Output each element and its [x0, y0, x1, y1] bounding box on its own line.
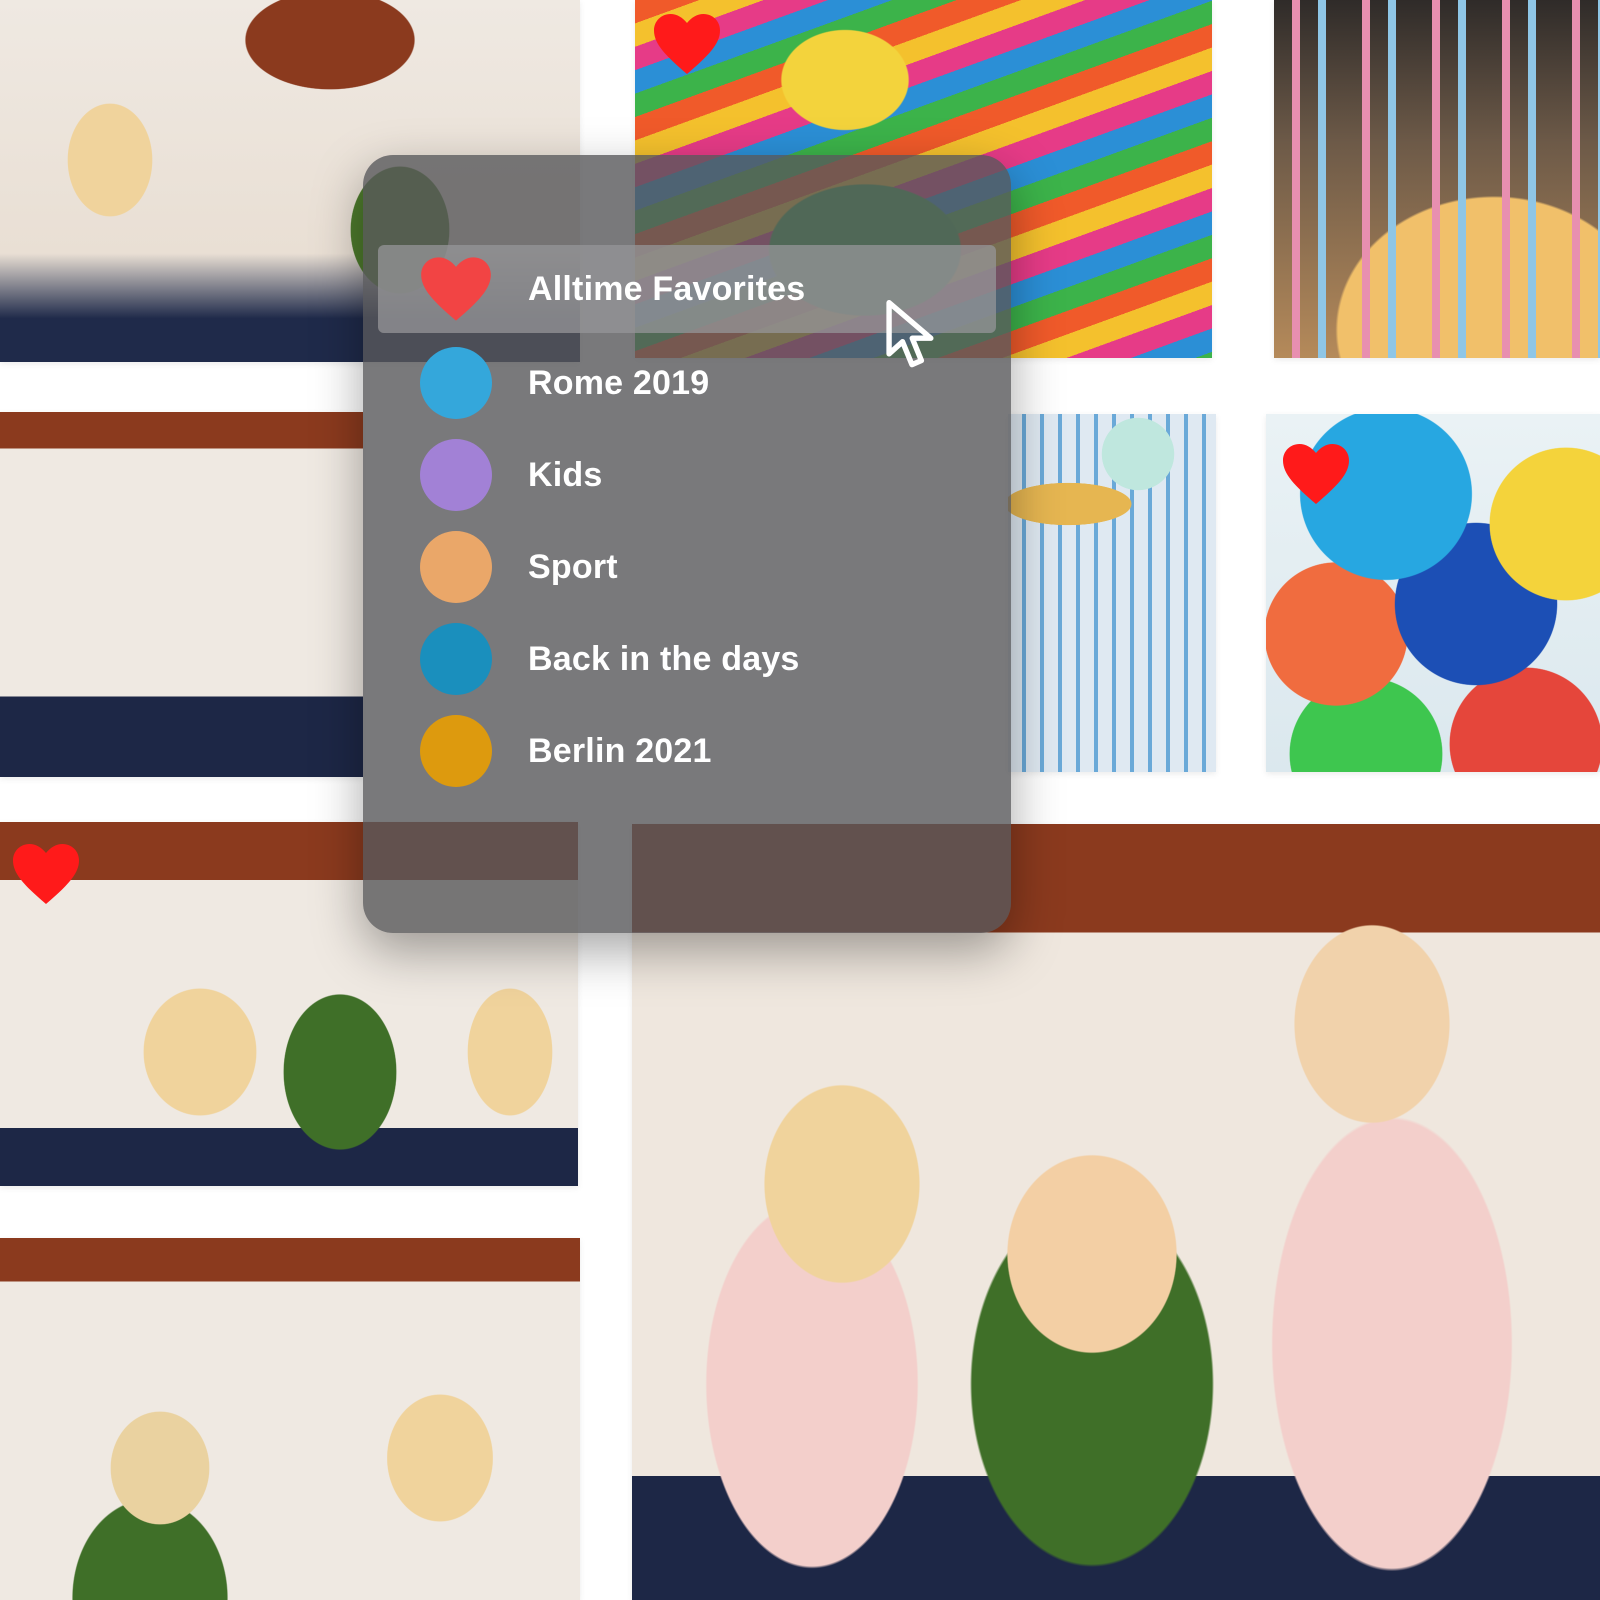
photo-party-4[interactable]	[0, 1238, 580, 1600]
photo-balloons[interactable]	[1266, 414, 1600, 772]
album-color-dot-icon	[420, 439, 492, 511]
album-color-dot-icon	[420, 715, 492, 787]
album-color-dot-icon	[420, 623, 492, 695]
album-dropdown-menu: Alltime Favorites Rome 2019 Kids Sport B…	[363, 155, 1011, 933]
favorite-heart-icon	[654, 14, 720, 74]
album-item-berlin-2021[interactable]: Berlin 2021	[378, 705, 996, 797]
album-item-back-in-the-days[interactable]: Back in the days	[378, 613, 996, 705]
favorite-heart-icon	[13, 844, 79, 904]
favorite-heart-icon	[1283, 444, 1349, 504]
album-item-rome-2019[interactable]: Rome 2019	[378, 337, 996, 429]
album-label: Back in the days	[528, 639, 800, 678]
album-item-sport[interactable]: Sport	[378, 521, 996, 613]
album-item-alltime-favorites[interactable]: Alltime Favorites	[378, 245, 996, 368]
photo-birthday-cake[interactable]	[1274, 0, 1600, 358]
photo-image	[0, 1238, 580, 1600]
album-color-dot-icon	[420, 347, 492, 419]
heart-icon	[421, 257, 491, 321]
album-color-dot-icon	[420, 531, 492, 603]
photo-party-2[interactable]	[0, 412, 363, 777]
photo-image	[0, 412, 363, 777]
album-label: Berlin 2021	[528, 731, 712, 770]
album-label: Alltime Favorites	[528, 269, 806, 308]
album-label: Kids	[528, 455, 603, 494]
photo-image	[632, 824, 1600, 1600]
album-label: Rome 2019	[528, 363, 710, 402]
album-label: Sport	[528, 547, 618, 586]
photo-party-main[interactable]	[632, 824, 1600, 1600]
photo-party-decor[interactable]	[1008, 414, 1216, 772]
photo-image	[1274, 0, 1600, 358]
album-item-kids[interactable]: Kids	[378, 429, 996, 521]
photo-image	[1008, 414, 1216, 772]
album-list: Alltime Favorites Rome 2019 Kids Sport B…	[378, 245, 996, 797]
